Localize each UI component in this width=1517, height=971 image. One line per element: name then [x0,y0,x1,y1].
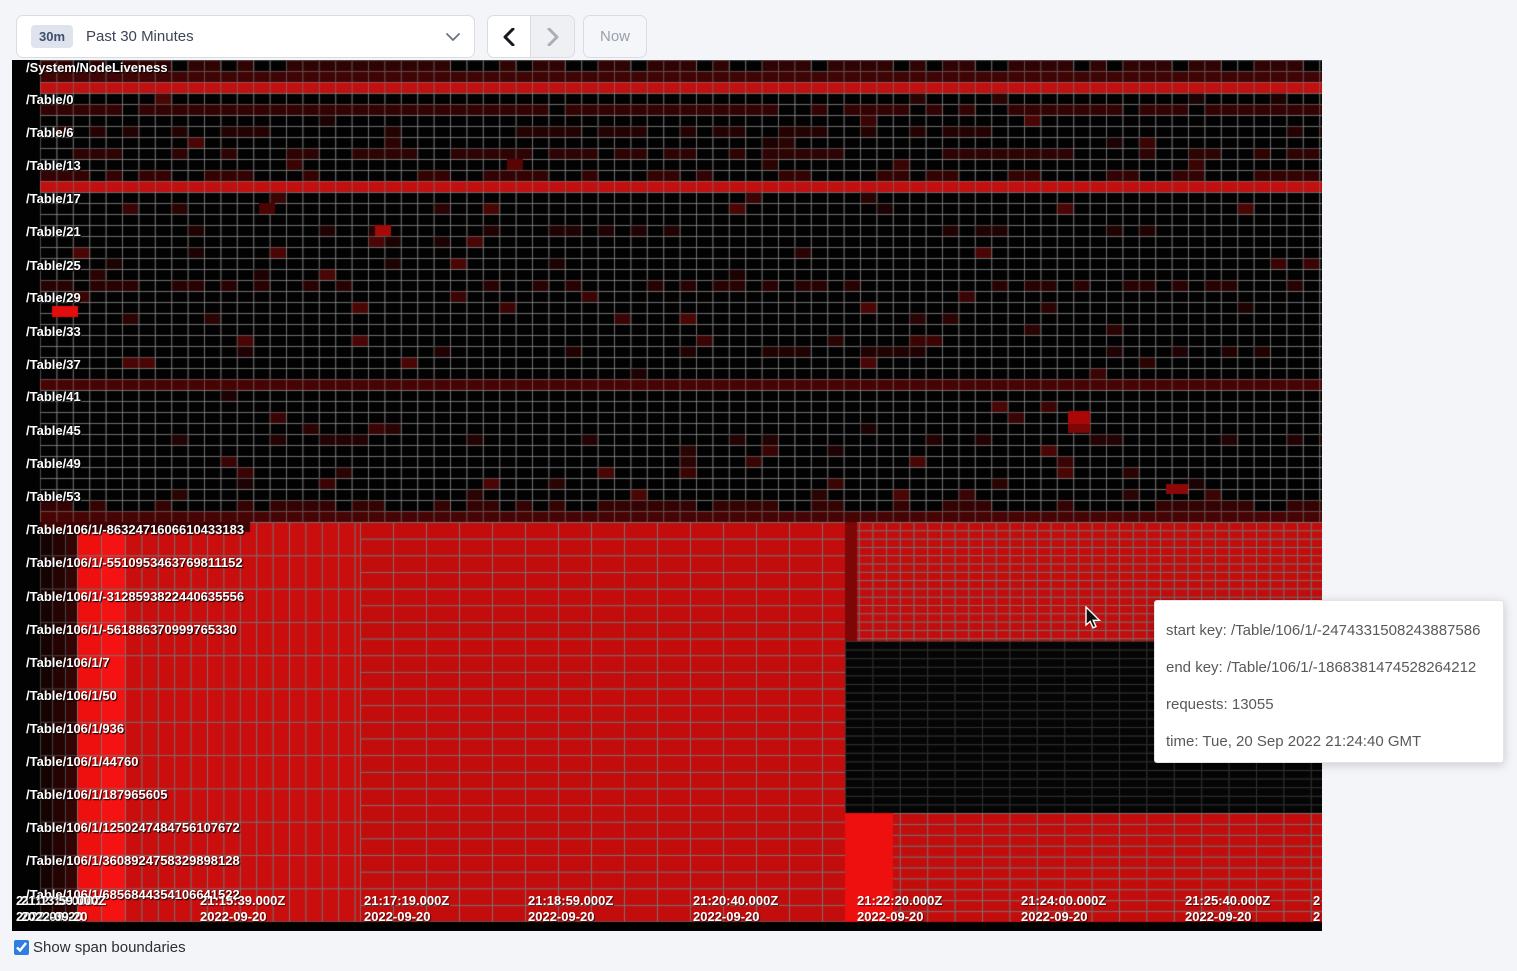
time-window-badge: 30m [31,25,73,48]
toolbar: 30m Past 30 Minutes Now [0,0,1517,60]
tooltip-time: time: Tue, 20 Sep 2022 21:24:40 GMT [1166,734,1492,749]
key-visualizer-heatmap[interactable] [12,60,1322,931]
previous-interval-button[interactable] [488,16,531,57]
time-nav-group [487,15,575,58]
chevron-right-icon [547,28,559,46]
chevron-down-icon [446,29,460,45]
footer: Show span boundaries [14,939,186,956]
tooltip-start-key: start key: /Table/106/1/-247433150824388… [1166,623,1492,638]
show-span-boundaries-label: Show span boundaries [33,939,186,956]
show-span-boundaries-checkbox[interactable] [14,940,29,955]
tooltip-end-key: end key: /Table/106/1/-18683814745282642… [1166,660,1492,675]
now-button[interactable]: Now [583,15,647,58]
hover-tooltip: start key: /Table/106/1/-247433150824388… [1154,600,1504,763]
chevron-left-icon [503,28,515,46]
tooltip-requests: requests: 13055 [1166,697,1492,712]
time-window-dropdown[interactable]: 30m Past 30 Minutes [16,15,475,58]
time-window-label: Past 30 Minutes [86,28,446,45]
key-visualizer: /System/NodeLiveness/Table/0/Table/6/Tab… [12,60,1322,931]
next-interval-button[interactable] [531,16,574,57]
